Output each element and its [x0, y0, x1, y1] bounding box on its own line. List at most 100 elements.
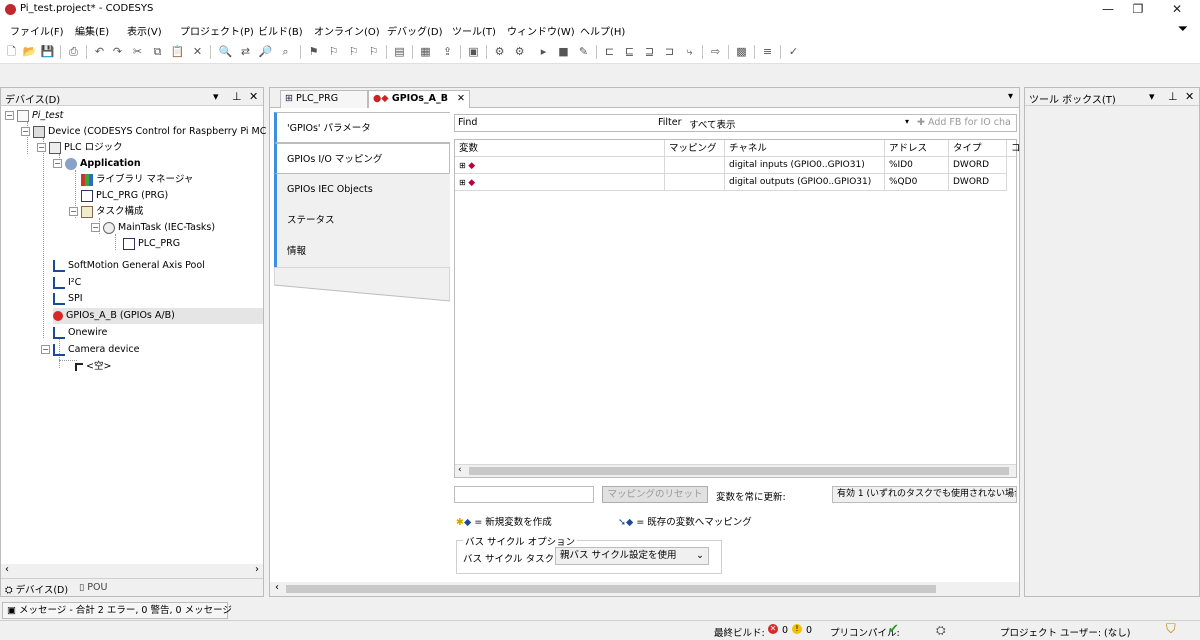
windows-icon[interactable]: ▤: [392, 44, 407, 59]
print-icon[interactable]: ⎙: [66, 44, 81, 59]
tab-iec-objects[interactable]: GPIOs IEC Objects: [274, 174, 450, 205]
scroll-thumb[interactable]: [469, 467, 1009, 475]
col-address[interactable]: アドレス: [885, 140, 949, 157]
menu-view[interactable]: 表示(V): [127, 23, 162, 38]
tree-item-device[interactable]: − Device (CODESYS Control for Raspberry P…: [21, 124, 281, 140]
scroll-left-icon[interactable]: ‹: [275, 582, 279, 593]
expand-icon[interactable]: ⊞: [459, 161, 468, 170]
collapse-icon[interactable]: −: [5, 111, 14, 120]
mapping-search-input[interactable]: [454, 486, 594, 503]
panel-dropdown-icon[interactable]: ▾: [213, 90, 219, 103]
write-values-icon[interactable]: ▩: [734, 44, 749, 59]
open-project-icon[interactable]: 📂: [22, 44, 37, 59]
show-next-icon[interactable]: ⇨: [708, 44, 723, 59]
copy-icon[interactable]: ⧉: [150, 44, 165, 59]
precompile-ok-icon[interactable]: ✔: [888, 622, 899, 637]
project-user-icon[interactable]: ⛭: [936, 623, 946, 638]
tree-item-i2c[interactable]: I²C: [53, 275, 81, 291]
menu-debug[interactable]: デバッグ(D): [387, 23, 443, 38]
save-icon[interactable]: 💾: [40, 44, 55, 59]
step-out-icon[interactable]: ⊐: [662, 44, 677, 59]
filter-select[interactable]: すべて表示: [689, 117, 735, 131]
menu-help[interactable]: ヘルプ(H): [580, 23, 625, 38]
step-into-icon[interactable]: ⊒: [642, 44, 657, 59]
breakpoint-icon[interactable]: ⊏: [602, 44, 617, 59]
expand-icon[interactable]: ⊞: [459, 178, 468, 187]
security-shield-icon[interactable]: ⛉: [1166, 622, 1176, 637]
export-icon[interactable]: ⇪: [440, 44, 455, 59]
grid-horizontal-scrollbar[interactable]: ‹: [455, 464, 1016, 477]
bus-cycle-task-select[interactable]: 親バス サイクル設定を使用 ⌄: [555, 547, 709, 565]
panel-close-icon[interactable]: ✕: [1185, 90, 1194, 103]
warning-count[interactable]: 0: [806, 625, 812, 636]
filter-dropdown-icon[interactable]: ▾: [905, 117, 909, 126]
panel-close-icon[interactable]: ✕: [249, 90, 258, 103]
unforce-icon[interactable]: ✓: [786, 44, 801, 59]
find-prev-icon[interactable]: ⌕: [278, 44, 293, 59]
undo-icon[interactable]: ↶: [92, 44, 107, 59]
tree-item-plc-logic[interactable]: − PLC ロジック: [37, 140, 123, 156]
collapse-icon[interactable]: −: [37, 143, 46, 152]
panel-dropdown-icon[interactable]: ▾: [1149, 90, 1155, 103]
paste-icon[interactable]: 📋: [170, 44, 185, 59]
tree-item-spi[interactable]: SPI: [53, 291, 83, 307]
tree-item-empty-slot[interactable]: <空>: [75, 359, 111, 375]
scroll-left-icon[interactable]: ‹: [5, 564, 9, 575]
tree-item-camera[interactable]: − Camera device: [41, 342, 140, 358]
tab-close-icon[interactable]: ✕: [457, 91, 465, 107]
tab-plc-prg[interactable]: ⊞ PLC_PRG: [280, 90, 368, 108]
col-type[interactable]: タイプ: [949, 140, 1007, 157]
scroll-left-icon[interactable]: ‹: [458, 465, 462, 475]
collapse-icon[interactable]: −: [69, 207, 78, 216]
error-count[interactable]: 0: [782, 625, 788, 636]
tab-status[interactable]: ステータス: [274, 205, 450, 236]
pin-icon[interactable]: ⊥: [1168, 90, 1178, 103]
tree-item-softmotion[interactable]: SoftMotion General Axis Pool: [53, 258, 205, 274]
collapse-icon[interactable]: −: [41, 345, 50, 354]
devices-horizontal-scrollbar[interactable]: ‹ ›: [1, 564, 263, 578]
redo-icon[interactable]: ↷: [110, 44, 125, 59]
collapse-icon[interactable]: −: [21, 127, 30, 136]
bookmark-clear-icon[interactable]: ⚐: [366, 44, 381, 59]
step-over-icon[interactable]: ⊑: [622, 44, 637, 59]
tab-gpios-a-b[interactable]: ●◆ GPIOs_A_B ✕: [368, 90, 470, 108]
start-icon[interactable]: ▸: [536, 44, 551, 59]
logout-icon[interactable]: ⚙: [512, 44, 527, 59]
scroll-right-icon[interactable]: ›: [255, 564, 259, 575]
menu-tools[interactable]: ツール(T): [452, 23, 496, 38]
find-input[interactable]: [485, 116, 655, 130]
force-values-icon[interactable]: ≡: [760, 44, 775, 59]
menu-build[interactable]: ビルド(B): [258, 23, 303, 38]
close-icon[interactable]: ✕: [1154, 0, 1200, 19]
replace-icon[interactable]: ⇄: [238, 44, 253, 59]
delete-icon[interactable]: ✕: [190, 44, 205, 59]
collapse-icon[interactable]: −: [53, 159, 62, 168]
menu-window[interactable]: ウィンドウ(W): [507, 23, 575, 38]
new-project-icon[interactable]: 🗋: [4, 44, 19, 59]
reset-icon[interactable]: ✎: [576, 44, 591, 59]
tree-item-onewire[interactable]: Onewire: [53, 325, 107, 341]
tree-item-library-manager[interactable]: ライブラリ マネージャ: [81, 172, 193, 188]
filter-icon[interactable]: ⏷: [1178, 22, 1188, 37]
menu-project[interactable]: プロジェクト(P): [180, 23, 254, 38]
bookmark-prev-icon[interactable]: ⚐: [346, 44, 361, 59]
find-icon[interactable]: 🔍: [218, 44, 233, 59]
bookmark-next-icon[interactable]: ⚐: [326, 44, 341, 59]
build-icon[interactable]: ▣: [466, 44, 481, 59]
collapse-icon[interactable]: −: [91, 223, 100, 232]
tabs-dropdown-icon[interactable]: ▾: [1008, 91, 1013, 102]
col-channel[interactable]: チャネル: [725, 140, 885, 157]
tree-item-task-plc-prg[interactable]: PLC_PRG: [123, 236, 180, 252]
tab-devices[interactable]: ⛭ デバイス(D): [5, 582, 68, 596]
col-variable[interactable]: 変数: [455, 140, 665, 157]
stop-icon[interactable]: ■: [556, 44, 571, 59]
menu-edit[interactable]: 編集(E): [75, 23, 109, 38]
tree-item-project[interactable]: − Pi_test: [5, 108, 63, 124]
messages-tab[interactable]: ▣ メッセージ - 合計 2 エラー, 0 警告, 0 メッセージ: [2, 602, 232, 619]
login-icon[interactable]: ⚙: [492, 44, 507, 59]
cut-icon[interactable]: ✂: [130, 44, 145, 59]
tree-item-gpios[interactable]: GPIOs_A_B (GPIOs A/B): [53, 308, 263, 324]
col-mapping[interactable]: マッピング: [665, 140, 725, 157]
table-row[interactable]: ⊞ ◆: [455, 157, 665, 174]
tree-item-maintask[interactable]: − MainTask (IEC-Tasks): [91, 220, 215, 236]
